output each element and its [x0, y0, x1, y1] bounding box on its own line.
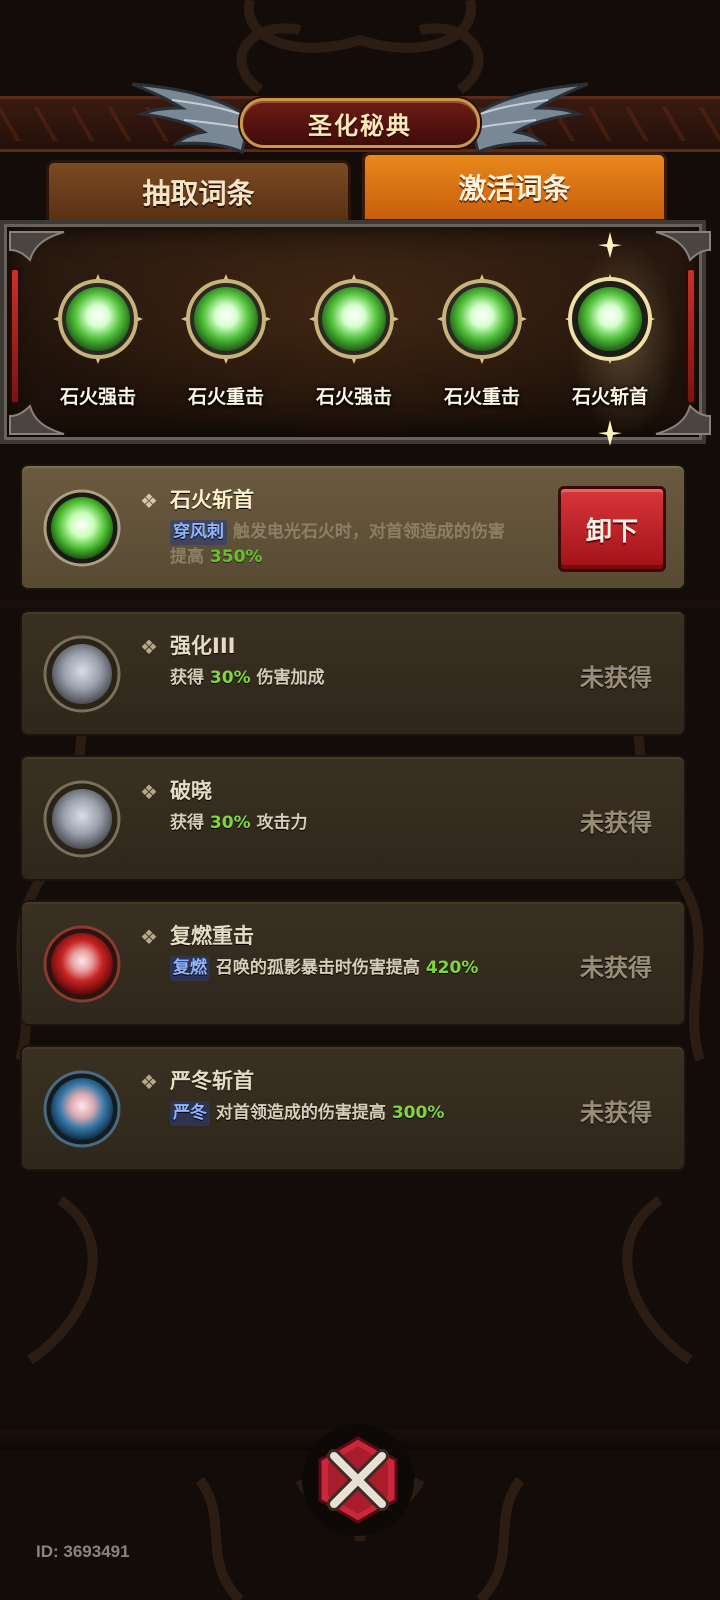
- entry-description: 严冬 对首领造成的伤害提高 300%: [170, 1101, 510, 1126]
- entry-tag: 严冬: [170, 1101, 210, 1126]
- equipped-slot[interactable]: 石火重击: [176, 270, 276, 430]
- entry-desc-text: 召唤的孤影暴击时伤害提高: [215, 958, 420, 978]
- equipped-slot-label: 石火重击: [443, 386, 520, 408]
- entry-name: 复燃重击: [170, 924, 254, 948]
- entry-description: 获得 30% 伤害加成: [170, 666, 510, 691]
- close-button[interactable]: [302, 1424, 414, 1536]
- unequip-button[interactable]: 卸下: [558, 486, 666, 572]
- left-wing-icon: [132, 82, 250, 155]
- player-id: ID: 3693491: [36, 1542, 130, 1561]
- green-orb-icon: [437, 274, 527, 364]
- entry-name: 强化III: [170, 634, 236, 658]
- entry-name: 破晓: [170, 779, 212, 803]
- entry-tag: 穿风刺: [170, 520, 227, 545]
- entry-desc-text: 对首领造成的伤害提高: [215, 1103, 386, 1123]
- diamond-bullet-icon: ❖: [140, 489, 158, 513]
- entry-status: 未获得: [580, 809, 652, 837]
- grey-orb-icon: [43, 780, 121, 858]
- entry-row[interactable]: ❖ 破晓 获得 30% 攻击力 未获得: [20, 755, 686, 881]
- entry-description: 穿风刺 触发电光石火时，对首领造成的伤害提高 350%: [170, 520, 510, 570]
- entry-name: 石火斩首: [170, 488, 254, 512]
- tab-activate-entries[interactable]: 激活词条: [362, 152, 667, 222]
- entry-status: 未获得: [580, 664, 652, 692]
- equipped-slot-label: 石火强击: [59, 386, 136, 408]
- entry-desc-text: 获得: [170, 668, 204, 688]
- red-orb-icon: [43, 925, 121, 1003]
- entry-status: 未获得: [580, 954, 652, 982]
- equipped-slot-label: 石火斩首: [571, 386, 648, 408]
- entry-row[interactable]: ❖ 石火斩首 穿风刺 触发电光石火时，对首领造成的伤害提高 350% 卸下: [20, 464, 686, 590]
- entry-desc-text: 伤害加成: [256, 668, 325, 688]
- equipped-slot[interactable]: 石火重击: [432, 270, 532, 430]
- entry-description: 获得 30% 攻击力: [170, 811, 510, 836]
- equipped-slot-selected[interactable]: 石火斩首: [560, 270, 660, 430]
- equipped-slot[interactable]: 石火强击: [48, 270, 148, 430]
- entry-row[interactable]: ❖ 严冬斩首 严冬 对首领造成的伤害提高 300% 未获得: [20, 1045, 686, 1171]
- entry-percent: 30%: [209, 668, 251, 688]
- equipped-slot-label: 石火强击: [315, 386, 392, 408]
- right-wing-icon: [470, 82, 588, 155]
- entry-percent: 350%: [209, 547, 263, 567]
- diamond-bullet-icon: ❖: [140, 1070, 158, 1094]
- entry-percent: 300%: [391, 1103, 445, 1123]
- green-orb-icon: [53, 274, 143, 364]
- green-orb-icon: [565, 274, 655, 364]
- sparkle-icon: [598, 232, 622, 258]
- entry-row[interactable]: ❖ 复燃重击 复燃 召唤的孤影暴击时伤害提高 420% 未获得: [20, 900, 686, 1026]
- entry-row[interactable]: ❖ 强化III 获得 30% 伤害加成 未获得: [20, 610, 686, 736]
- page-title: 圣化秘典: [308, 111, 412, 140]
- diamond-bullet-icon: ❖: [140, 780, 158, 804]
- entry-status: 未获得: [580, 1099, 652, 1127]
- entry-description: 复燃 召唤的孤影暴击时伤害提高 420%: [170, 956, 510, 981]
- green-orb-icon: [43, 489, 121, 567]
- entry-desc-text: 获得: [170, 813, 204, 833]
- grey-orb-icon: [43, 635, 121, 713]
- equipped-slot-label: 石火重击: [187, 386, 264, 408]
- entry-percent: 420%: [425, 958, 479, 978]
- entry-name: 严冬斩首: [170, 1069, 254, 1093]
- diamond-bullet-icon: ❖: [140, 635, 158, 659]
- entry-tag: 复燃: [170, 956, 210, 981]
- equipped-slot[interactable]: 石火强击: [304, 270, 404, 430]
- close-icon: [318, 1436, 398, 1524]
- tab-draw-entries[interactable]: 抽取词条: [46, 160, 351, 224]
- diamond-bullet-icon: ❖: [140, 925, 158, 949]
- green-orb-icon: [309, 274, 399, 364]
- entry-desc-text: 攻击力: [256, 813, 308, 833]
- entry-percent: 30%: [209, 813, 251, 833]
- green-orb-icon: [181, 274, 271, 364]
- title-plate: 圣化秘典: [240, 98, 480, 148]
- blue-orb-icon: [43, 1070, 121, 1148]
